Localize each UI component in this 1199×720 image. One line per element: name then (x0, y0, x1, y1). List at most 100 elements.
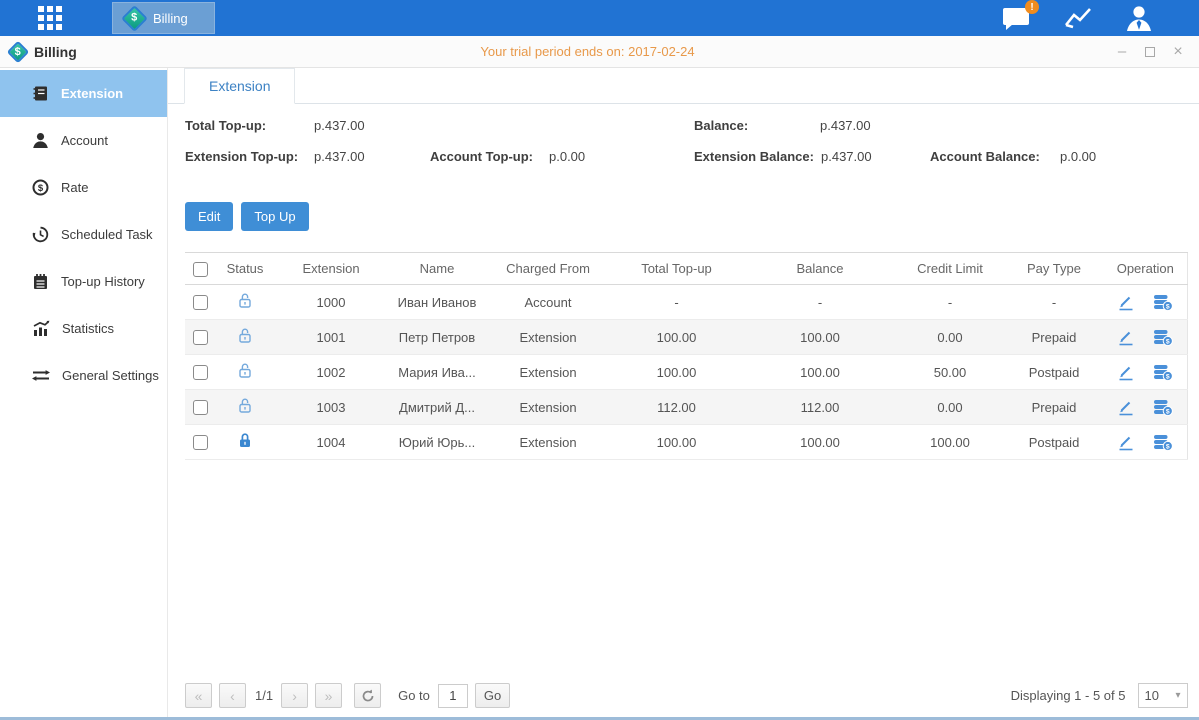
sidebar-item-label: General Settings (62, 368, 159, 383)
column-header-pay-type: Pay Type (1004, 253, 1104, 285)
last-page-button[interactable]: » (315, 683, 342, 708)
ledger-icon (32, 273, 49, 290)
row-checkbox[interactable] (193, 435, 208, 450)
cell-extension: 1003 (275, 390, 387, 425)
cell-pay-type: Postpaid (1004, 425, 1104, 460)
trial-notice: Your trial period ends on: 2017-02-24 (480, 44, 694, 59)
minimize-button[interactable]: – (1115, 45, 1129, 59)
prev-page-button[interactable]: ‹ (219, 683, 246, 708)
svg-text:$: $ (1166, 443, 1170, 450)
topup-row-icon[interactable]: $ (1153, 294, 1173, 311)
notification-badge: ! (1025, 0, 1039, 14)
edit-icon[interactable] (1117, 434, 1135, 451)
page-indicator: 1/1 (255, 688, 273, 703)
account-topup-label: Account Top-up: (430, 149, 533, 164)
edit-icon[interactable] (1117, 364, 1135, 381)
summary-panel: Total Top-up: p.437.00 Balance: p.437.00… (168, 104, 1199, 196)
topup-row-icon[interactable]: $ (1153, 329, 1173, 346)
edit-icon[interactable] (1117, 329, 1135, 346)
chevron-down-icon: ▾ (1175, 690, 1180, 701)
topup-row-icon[interactable]: $ (1153, 399, 1173, 416)
svg-text:$: $ (1166, 303, 1170, 310)
page-size-select[interactable]: 10 ▾ (1138, 683, 1188, 708)
topup-row-icon[interactable]: $ (1153, 364, 1173, 381)
cell-balance: 100.00 (744, 355, 896, 390)
cell-pay-type: Prepaid (1004, 320, 1104, 355)
app-launcher-icon[interactable] (38, 6, 62, 30)
svg-text:$: $ (1166, 408, 1170, 415)
resource-monitor-button[interactable] (1063, 6, 1093, 30)
person-icon (32, 132, 49, 149)
goto-page-input[interactable] (438, 684, 468, 708)
table-row[interactable]: 1002 Мария Ива... Extension 100.00 100.0… (185, 355, 1187, 390)
cell-total-topup: - (609, 285, 744, 320)
cell-pay-type: - (1004, 285, 1104, 320)
column-header-name: Name (387, 253, 487, 285)
table-row[interactable]: 1004 Юрий Юрь... Extension 100.00 100.00… (185, 425, 1187, 460)
row-checkbox[interactable] (193, 330, 208, 345)
notifications-button[interactable]: ! (1001, 6, 1031, 30)
cell-charged-from: Extension (487, 320, 609, 355)
sidebar-item-label: Scheduled Task (61, 227, 153, 242)
first-page-button[interactable]: « (185, 683, 212, 708)
edit-icon[interactable] (1117, 294, 1135, 311)
window-title-group: $ Billing (10, 44, 77, 60)
balance-label: Balance: (694, 118, 748, 133)
line-chart-icon (1063, 6, 1093, 30)
extension-topup-value: p.437.00 (314, 149, 365, 164)
column-header-credit-limit: Credit Limit (896, 253, 1004, 285)
cell-balance: 100.00 (744, 425, 896, 460)
content-area: Extension Total Top-up: p.437.00 Balance… (168, 68, 1199, 717)
row-checkbox[interactable] (193, 400, 208, 415)
sidebar: Extension Account $ Rate (0, 68, 168, 717)
sidebar-item-general-settings[interactable]: General Settings (0, 352, 167, 399)
sidebar-item-topup-history[interactable]: Top-up History (0, 258, 167, 305)
journal-icon (32, 85, 49, 102)
tab-extension[interactable]: Extension (184, 68, 295, 104)
total-topup-value: p.437.00 (314, 118, 365, 133)
cell-extension: 1002 (275, 355, 387, 390)
topup-row-icon[interactable]: $ (1153, 434, 1173, 451)
cell-charged-from: Account (487, 285, 609, 320)
sliders-icon (32, 367, 50, 384)
cell-charged-from: Extension (487, 355, 609, 390)
row-checkbox[interactable] (193, 365, 208, 380)
cell-charged-from: Extension (487, 390, 609, 425)
cell-pay-type: Postpaid (1004, 355, 1104, 390)
table-row[interactable]: 1003 Дмитрий Д... Extension 112.00 112.0… (185, 390, 1187, 425)
edit-icon[interactable] (1117, 399, 1135, 416)
edit-button[interactable]: Edit (185, 202, 233, 231)
account-balance-value: p.0.00 (1060, 149, 1096, 164)
table-header-row: Status Extension Name Charged From Total… (185, 253, 1187, 285)
select-all-checkbox[interactable] (193, 262, 208, 277)
svg-text:$: $ (38, 183, 44, 194)
cell-balance: 100.00 (744, 320, 896, 355)
extension-balance-label: Extension Balance: (694, 149, 814, 164)
topup-button[interactable]: Top Up (241, 202, 308, 231)
next-page-button[interactable]: › (281, 683, 308, 708)
user-menu-button[interactable] (1125, 5, 1153, 31)
sidebar-item-extension[interactable]: Extension (0, 70, 167, 117)
table-row[interactable]: 1001 Петр Петров Extension 100.00 100.00… (185, 320, 1187, 355)
cell-name: Мария Ива... (387, 355, 487, 390)
refresh-button[interactable] (354, 683, 381, 708)
sidebar-item-statistics[interactable]: Statistics (0, 305, 167, 352)
extension-topup-label: Extension Top-up: (185, 149, 298, 164)
go-button[interactable]: Go (475, 683, 510, 708)
goto-label: Go to (398, 688, 430, 703)
sidebar-item-rate[interactable]: $ Rate (0, 164, 167, 211)
taskbar-item-billing[interactable]: $ Billing (112, 2, 215, 34)
user-icon (1125, 5, 1153, 31)
column-header-charged-from: Charged From (487, 253, 609, 285)
app-window: $ Billing ! (0, 0, 1199, 720)
cell-balance: - (744, 285, 896, 320)
sidebar-item-scheduled-task[interactable]: Scheduled Task (0, 211, 167, 258)
row-checkbox[interactable] (193, 295, 208, 310)
close-button[interactable]: × (1171, 45, 1185, 59)
refresh-icon (361, 689, 375, 703)
dollar-circle-icon: $ (32, 179, 49, 196)
maximize-button[interactable] (1143, 45, 1157, 59)
table-row[interactable]: 1000 Иван Иванов Account - - - - (185, 285, 1187, 320)
taskbar-item-label: Billing (153, 11, 188, 26)
sidebar-item-account[interactable]: Account (0, 117, 167, 164)
